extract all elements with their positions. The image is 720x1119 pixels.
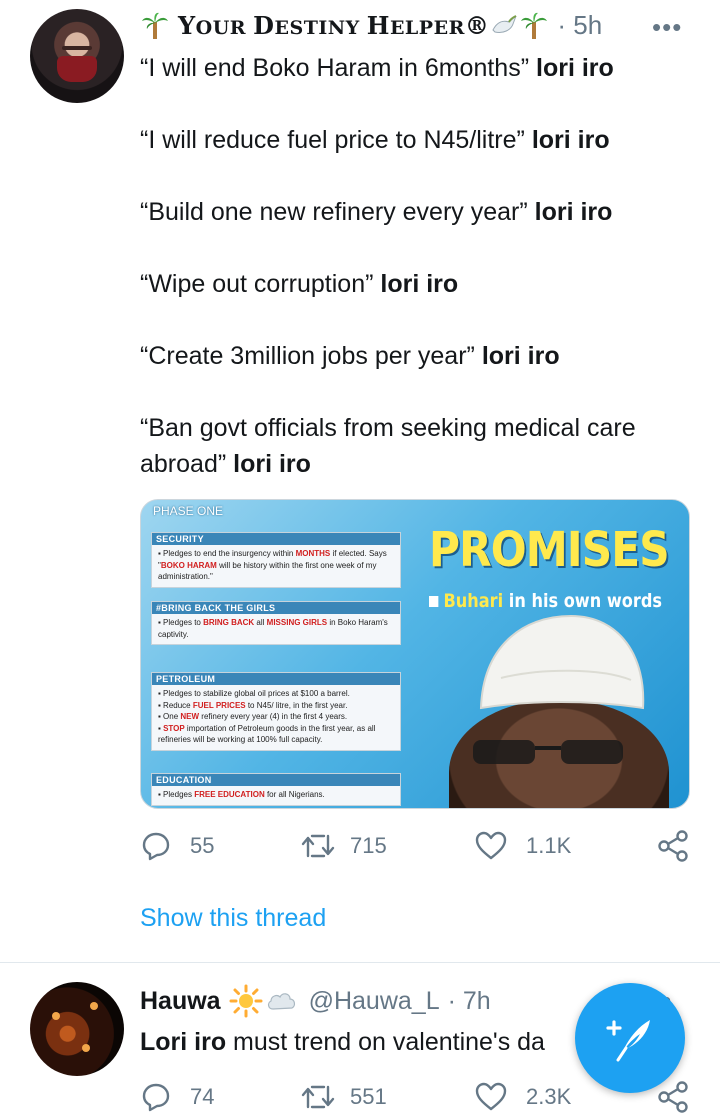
image-glasses — [473, 740, 623, 764]
more-options-icon[interactable]: ••• — [652, 12, 682, 43]
avatar-light — [90, 1002, 98, 1010]
image-text: for all Nigerians. — [264, 790, 325, 799]
avatar[interactable] — [30, 982, 124, 1076]
image-text-highlight: MISSING GIRLS — [266, 618, 328, 627]
share-icon — [658, 830, 688, 862]
sun-icon — [229, 984, 263, 1018]
image-text: ▪ Reduce — [158, 700, 193, 710]
retweet-count: 551 — [350, 1084, 387, 1109]
reply-icon — [142, 832, 170, 861]
image-panel-security: SECURITY ▪ Pledges to end the insurgency… — [151, 532, 401, 588]
image-text-highlight: FREE EDUCATION — [194, 790, 265, 799]
tweet-time[interactable]: · 5h — [557, 10, 602, 41]
retweet-count: 715 — [350, 833, 387, 858]
tweet-line: “Build one new refinery every year” lori… — [140, 198, 613, 226]
image-text: all — [254, 618, 267, 627]
image-text: ▪ Pledges — [158, 790, 195, 799]
avatar[interactable] — [30, 9, 124, 103]
share-icon — [658, 1081, 688, 1113]
image-text: ▪ Pledges to stabilize global oil prices… — [158, 689, 350, 698]
user-handle[interactable]: @Hauwa_L — [309, 987, 440, 1016]
share-button[interactable] — [656, 826, 690, 866]
image-text: to N45/ litre, in the first year. — [245, 700, 348, 710]
image-text: ▪ Pledges to end the insurgency within — [158, 549, 296, 558]
tweet-actions: 55 715 1.1K — [140, 826, 700, 866]
tweet-line: “I will reduce fuel price to N45/litre” … — [140, 126, 610, 154]
tweet-time[interactable]: · 7h — [448, 987, 491, 1016]
tweet-line: “Ban govt officials from seeking medical… — [140, 414, 636, 478]
image-text-highlight: NEW — [180, 712, 200, 721]
tweet-divider — [0, 962, 720, 963]
tweet-line: “I will end Boko Haram in 6months” lori … — [140, 54, 614, 82]
reply-icon — [142, 1083, 170, 1112]
like-icon — [475, 831, 507, 860]
tweet-line: “Wipe out corruption” lori iro — [140, 270, 459, 298]
tweet-line: “Create 3million jobs per year” lori iro — [140, 342, 560, 370]
palm-tree-icon — [142, 12, 168, 39]
reply-count: 74 — [190, 1084, 215, 1109]
retweet-button[interactable]: 551 — [300, 1077, 387, 1117]
cloud-icon — [267, 993, 295, 1010]
tweet-header: YOUR DESTINY HELPER® · 5h — [140, 8, 602, 42]
compose-tweet-icon — [606, 1020, 650, 1062]
reply-button[interactable]: 55 — [140, 826, 214, 866]
retweet-icon — [301, 1085, 335, 1109]
dove-icon — [492, 15, 517, 33]
like-count: 1.1K — [526, 833, 572, 858]
reply-button[interactable]: 74 — [140, 1077, 214, 1117]
retweet-button[interactable]: 715 — [300, 826, 387, 866]
show-thread-link[interactable]: Show this thread — [140, 904, 326, 933]
tweet-header: Hauwa @Hauwa_L · 7h — [140, 984, 491, 1018]
image-title: PROMISES — [429, 522, 670, 578]
image-panel-girls: #BRING BACK THE GIRLS ▪ Pledges to BRING… — [151, 601, 401, 645]
avatar-light — [52, 1012, 60, 1020]
tweet-text: Lori iro must trend on valentine's da — [140, 1028, 545, 1056]
image-text-highlight: STOP — [163, 723, 185, 733]
like-button[interactable]: 1.1K — [474, 826, 571, 866]
display-name[interactable]: YOUR DESTINY HELPER® — [178, 11, 489, 40]
compose-tweet-button[interactable] — [575, 983, 685, 1093]
image-text-highlight: FUEL PRICES — [192, 700, 246, 710]
tweet-image[interactable]: PHASE ONE SECURITY ▪ Pledges to end the … — [140, 499, 690, 809]
like-count: 2.3K — [526, 1084, 572, 1109]
image-text: importation of Petroleum goods in the fi… — [158, 723, 376, 745]
image-text: refinery every year (4) in the first 4 y… — [199, 712, 348, 721]
like-icon — [475, 1082, 507, 1111]
like-button[interactable]: 2.3K — [474, 1077, 571, 1117]
image-text: ▪ Pledges to — [158, 618, 204, 627]
avatar-light — [82, 1044, 90, 1052]
image-panel-education: EDUCATION ▪ Pledges FREE EDUCATION for a… — [151, 773, 401, 806]
tweet-text: “I will end Boko Haram in 6months” lori … — [140, 50, 700, 518]
reply-count: 55 — [190, 833, 215, 858]
image-text-highlight: MONTHS — [295, 549, 331, 558]
image-text-highlight: BOKO HARAM — [160, 560, 217, 570]
avatar-mask — [57, 56, 97, 82]
retweet-icon — [301, 834, 335, 858]
image-text: ▪ One — [158, 712, 181, 721]
image-text-highlight: BRING BACK — [203, 618, 255, 627]
image-phase-label: PHASE ONE — [153, 504, 224, 518]
avatar-eyes — [62, 46, 92, 50]
image-cap — [479, 614, 645, 710]
display-name[interactable]: Hauwa — [140, 987, 221, 1016]
image-panel-petroleum: PETROLEUM ▪ Pledges to stabilize global … — [151, 672, 401, 751]
palm-tree-icon — [521, 12, 548, 39]
